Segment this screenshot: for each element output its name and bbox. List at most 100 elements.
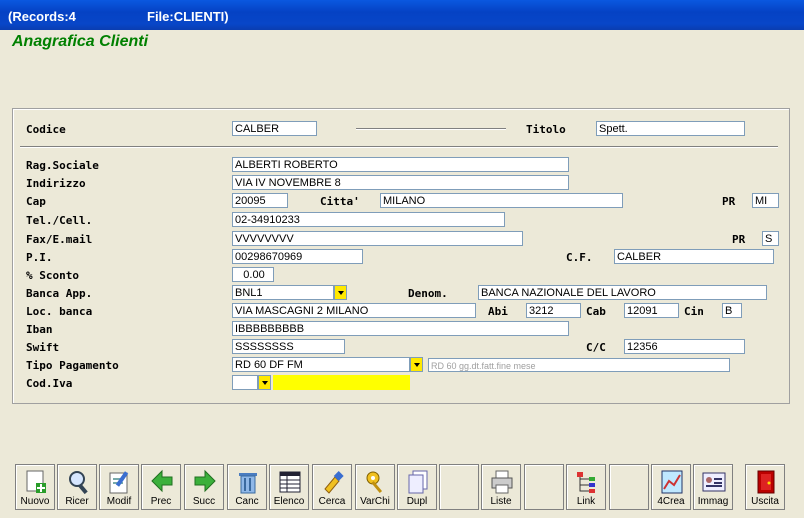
canc-button[interactable]: Canc	[227, 464, 267, 510]
file-name: File:CLIENTI)	[147, 9, 229, 24]
loc-banca-field[interactable]: VIA MASCAGNI 2 MILANO	[232, 303, 476, 318]
separator-line	[356, 128, 506, 130]
liste-label: Liste	[490, 496, 512, 507]
citta-label: Citta'	[320, 195, 360, 208]
key-icon	[366, 471, 383, 494]
cf-field[interactable]: CALBER	[614, 249, 774, 264]
crea-label: 4Crea	[657, 496, 685, 507]
cerca-label: Cerca	[318, 496, 346, 507]
pi-field[interactable]: 00298670969	[232, 249, 363, 264]
pi-label: P.I.	[26, 251, 53, 264]
dupl-button[interactable]: Dupl	[397, 464, 437, 510]
denom-field[interactable]: BANCA NAZIONALE DEL LAVORO	[478, 285, 767, 300]
rag-sociale-field[interactable]: ALBERTI ROBERTO	[232, 157, 569, 172]
liste-button[interactable]: Liste	[481, 464, 521, 510]
tipo-pagamento-dropdown-button[interactable]	[410, 357, 423, 372]
iban-label: Iban	[26, 323, 53, 336]
empty-toolbar-slot	[609, 464, 649, 510]
pr2-label: PR	[732, 233, 746, 246]
cap-label: Cap	[26, 195, 46, 208]
abi-field[interactable]: 3212	[526, 303, 581, 318]
cc-label: C/C	[586, 341, 606, 354]
fax-field[interactable]: VVVVVVVV	[232, 231, 523, 246]
succ-button[interactable]: Succ	[184, 464, 224, 510]
varchi-label: VarChi	[360, 496, 390, 507]
cab-label: Cab	[586, 305, 606, 318]
cc-field[interactable]: 12356	[624, 339, 745, 354]
pr-label: PR	[722, 195, 736, 208]
citta-field[interactable]: MILANO	[380, 193, 623, 208]
window-titlebar[interactable]: (Records:4 File:CLIENTI)	[0, 0, 804, 30]
canc-label: Canc	[235, 496, 259, 507]
edit-document-icon	[109, 471, 129, 494]
immag-label: Immag	[697, 496, 729, 507]
cf-label: C.F.	[566, 251, 593, 264]
titolo-field[interactable]: Spett.	[596, 121, 745, 136]
modif-label: Modif	[106, 496, 132, 507]
cab-field[interactable]: 12091	[624, 303, 679, 318]
section-divider	[20, 146, 778, 148]
abi-label: Abi	[488, 305, 508, 318]
prec-label: Prec	[150, 496, 172, 507]
table-list-icon	[279, 471, 301, 493]
varchi-button[interactable]: VarChi	[355, 464, 395, 510]
swift-field[interactable]: SSSSSSSS	[232, 339, 345, 354]
crea-button[interactable]: 4Crea	[651, 464, 691, 510]
page-title: Anagrafica Clienti	[12, 33, 149, 50]
prec-button[interactable]: Prec	[141, 464, 181, 510]
link-button[interactable]: Link	[566, 464, 606, 510]
cin-label: Cin	[684, 305, 704, 318]
cod-iva-label: Cod.Iva	[26, 377, 73, 390]
link-label: Link	[576, 496, 596, 507]
uscita-label: Uscita	[751, 496, 779, 507]
exit-door-icon	[757, 470, 775, 494]
cod-iva-dropdown-button[interactable]	[258, 375, 271, 390]
empty-toolbar-slot	[524, 464, 564, 510]
flashlight-icon	[324, 471, 344, 494]
banca-label: Banca App.	[26, 287, 93, 300]
banca-select[interactable]: BNL1	[232, 285, 334, 300]
create-chart-icon	[661, 470, 683, 494]
banca-dropdown-button[interactable]	[334, 285, 347, 300]
elenco-label: Elenco	[273, 496, 305, 507]
immag-button[interactable]: Immag	[693, 464, 733, 510]
tipo-pagamento-select[interactable]: RD 60 DF FM	[232, 357, 410, 372]
iban-field[interactable]: IBBBBBBBBB	[232, 321, 569, 336]
cod-iva-select[interactable]	[232, 375, 258, 390]
arrow-left-icon	[151, 469, 173, 493]
magnifier-icon	[69, 471, 88, 495]
nuovo-label: Nuovo	[20, 496, 50, 507]
duplicate-icon	[408, 470, 428, 494]
swift-label: Swift	[26, 341, 60, 354]
sconto-field[interactable]: 0.00	[232, 267, 274, 282]
codice-field[interactable]: CALBER	[232, 121, 317, 136]
succ-label: Succ	[192, 496, 216, 507]
nuovo-button[interactable]: Nuovo	[15, 464, 55, 510]
tipo-pagamento-description: RD 60 gg.dt.fatt.fine mese	[428, 358, 730, 372]
tree-link-icon	[577, 472, 595, 493]
sconto-label: % Sconto	[26, 269, 79, 282]
modif-button[interactable]: Modif	[99, 464, 139, 510]
cerca-button[interactable]: Cerca	[312, 464, 352, 510]
fax-label: Fax/E.mail	[26, 233, 93, 246]
id-card-icon	[702, 472, 726, 492]
loc-banca-label: Loc. banca	[26, 305, 93, 318]
empty-toolbar-slot	[439, 464, 479, 510]
tel-field[interactable]: 02-34910233	[232, 212, 505, 227]
codice-label: Codice	[26, 123, 66, 136]
cod-iva-description	[273, 375, 410, 390]
new-document-icon	[26, 470, 46, 493]
arrow-right-icon	[194, 469, 216, 493]
ricer-label: Ricer	[65, 496, 89, 507]
elenco-button[interactable]: Elenco	[269, 464, 309, 510]
indirizzo-field[interactable]: VIA IV NOVEMBRE 8	[232, 175, 569, 190]
cap-field[interactable]: 20095	[232, 193, 288, 208]
trash-icon	[239, 473, 257, 494]
tel-label: Tel./Cell.	[26, 214, 93, 227]
pr-field[interactable]: MI	[752, 193, 779, 208]
pr2-field[interactable]: S	[762, 231, 779, 246]
dupl-label: Dupl	[406, 496, 428, 507]
uscita-button[interactable]: Uscita	[745, 464, 785, 510]
ricer-button[interactable]: Ricer	[57, 464, 97, 510]
cin-field[interactable]: B	[722, 303, 742, 318]
